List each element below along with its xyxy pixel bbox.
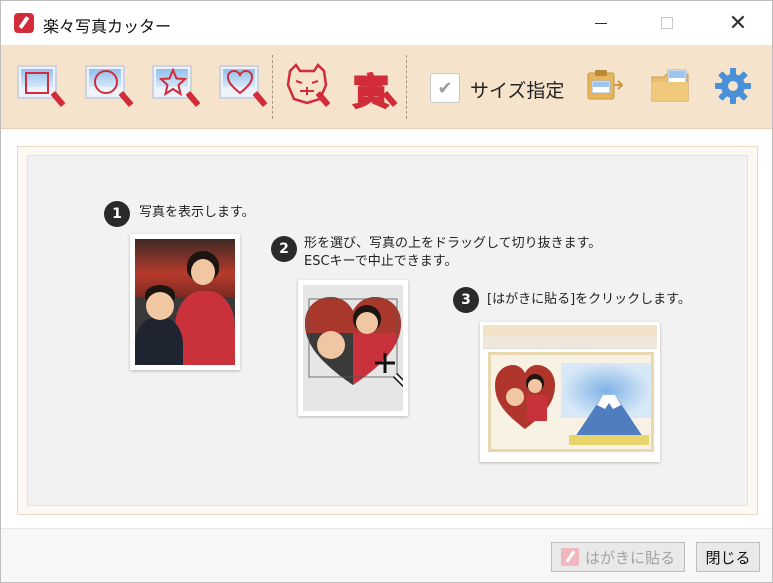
settings-button[interactable] <box>714 67 754 104</box>
instruction-canvas: 1 写真を表示します。 2 形を選び、写真の上をドラッグして切り抜きます。 ES… <box>27 155 748 506</box>
minimize-button[interactable] <box>578 1 624 45</box>
circle-cut-tool[interactable] <box>81 61 134 108</box>
window-title: 楽々写真カッター <box>43 17 172 36</box>
heart-cut-example-photo <box>298 280 408 416</box>
open-folder-button[interactable] <box>650 69 690 102</box>
close-button-label: 閉じる <box>705 548 751 567</box>
gear-icon <box>715 68 751 104</box>
footer-bar: はがきに貼る 閉じる <box>1 528 772 582</box>
size-specify-checkbox[interactable]: ✔ <box>430 73 460 103</box>
toolbar-separator <box>406 55 407 119</box>
star-cut-tool[interactable] <box>148 61 201 108</box>
step-2-number: 2 <box>271 236 297 262</box>
minimize-icon <box>595 22 607 24</box>
sample-photo <box>130 234 240 370</box>
paste-image-button[interactable] <box>584 69 624 101</box>
paste-postcard-icon <box>560 548 579 566</box>
close-icon: ✕ <box>728 10 748 36</box>
step-3-number: 3 <box>453 287 479 313</box>
step-2-text-line1: 形を選び、写真の上をドラッグして切り抜きます。 <box>304 236 602 251</box>
heart-cut-tool[interactable] <box>215 61 268 108</box>
toolbar: 寅 ✔ サイズ指定 <box>1 45 772 129</box>
close-button[interactable]: 閉じる <box>696 542 760 572</box>
postcard-result-screenshot <box>480 322 660 462</box>
square-cut-tool[interactable] <box>13 61 66 108</box>
step-1-number: 1 <box>104 201 130 227</box>
tora-kanji-stamp-tool[interactable]: 寅 <box>347 61 398 114</box>
step-3-text: [はがきに貼る]をクリックします。 <box>487 292 691 307</box>
step-1-text: 写真を表示します。 <box>139 205 255 220</box>
close-window-button[interactable]: ✕ <box>715 1 761 45</box>
folder-image-icon <box>651 69 689 102</box>
checkmark-icon: ✔ <box>437 77 453 99</box>
maximize-button[interactable] <box>644 1 690 45</box>
paste-to-postcard-button[interactable]: はがきに貼る <box>551 542 685 572</box>
tora-kanji-stamp-icon: 寅 <box>352 70 390 114</box>
size-specify-label[interactable]: サイズ指定 <box>470 76 564 103</box>
paste-to-postcard-label: はがきに貼る <box>584 548 675 567</box>
crosshair-pen-cursor-icon <box>375 353 403 388</box>
instruction-panel: 1 写真を表示します。 2 形を選び、写真の上をドラッグして切り抜きます。 ES… <box>17 146 758 515</box>
tiger-stamp-tool[interactable] <box>282 61 332 108</box>
toolbar-separator <box>272 55 273 119</box>
title-bar: 楽々写真カッター ✕ <box>1 1 772 45</box>
clipboard-image-icon <box>587 70 624 100</box>
app-window: 楽々写真カッター ✕ 寅 ✔ サイズ指定 1 写真を表示します。 2 形を選び、… <box>0 0 773 583</box>
step-2-text-line2: ESCキーで中止できます。 <box>304 254 458 269</box>
maximize-icon <box>661 17 673 29</box>
app-icon <box>14 13 34 33</box>
